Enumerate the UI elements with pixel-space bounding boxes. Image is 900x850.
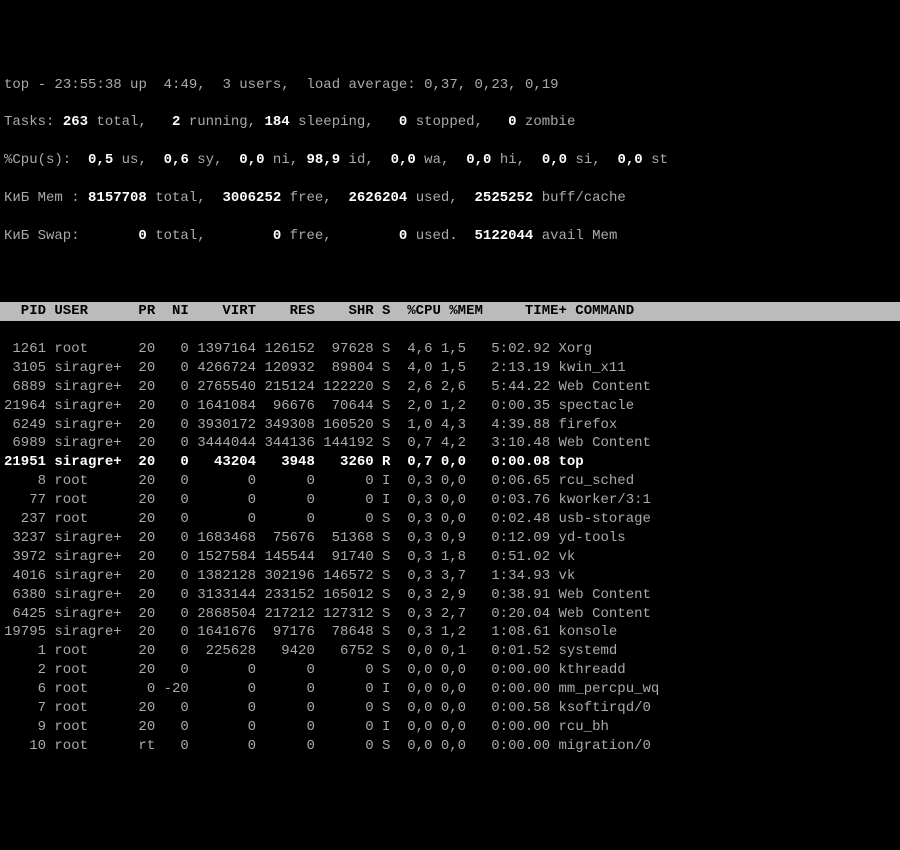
table-row[interactable]: 77 root 20 0 0 0 0 I 0,3 0,0 0:03.76 kwo… — [0, 491, 900, 510]
table-row[interactable]: 8 root 20 0 0 0 0 I 0,3 0,0 0:06.65 rcu_… — [0, 472, 900, 491]
table-row[interactable]: 6425 siragre+ 20 0 2868504 217212 127312… — [0, 605, 900, 624]
table-row[interactable]: 7 root 20 0 0 0 0 S 0,0 0,0 0:00.58 ksof… — [0, 699, 900, 718]
table-row[interactable]: 6380 siragre+ 20 0 3133144 233152 165012… — [0, 586, 900, 605]
summary-line-4: КиБ Mem : 8157708 total, 3006252 free, 2… — [0, 189, 900, 208]
table-row[interactable]: 3972 siragre+ 20 0 1527584 145544 91740 … — [0, 548, 900, 567]
table-row[interactable]: 6249 siragre+ 20 0 3930172 349308 160520… — [0, 416, 900, 435]
table-row[interactable]: 19795 siragre+ 20 0 1641676 97176 78648 … — [0, 623, 900, 642]
table-row[interactable]: 6989 siragre+ 20 0 3444044 344136 144192… — [0, 434, 900, 453]
table-row[interactable]: 6889 siragre+ 20 0 2765540 215124 122220… — [0, 378, 900, 397]
table-row[interactable]: 9 root 20 0 0 0 0 I 0,0 0,0 0:00.00 rcu_… — [0, 718, 900, 737]
table-row[interactable]: 21951 siragre+ 20 0 43204 3948 3260 R 0,… — [0, 453, 900, 472]
table-row[interactable]: 3237 siragre+ 20 0 1683468 75676 51368 S… — [0, 529, 900, 548]
table-row[interactable]: 1261 root 20 0 1397164 126152 97628 S 4,… — [0, 340, 900, 359]
summary-line-3: %Cpu(s): 0,5 us, 0,6 sy, 0,0 ni, 98,9 id… — [0, 151, 900, 170]
table-row[interactable]: 6 root 0 -20 0 0 0 I 0,0 0,0 0:00.00 mm_… — [0, 680, 900, 699]
summary-line-1: top - 23:55:38 up 4:49, 3 users, load av… — [0, 76, 900, 95]
process-list[interactable]: 1261 root 20 0 1397164 126152 97628 S 4,… — [0, 340, 900, 756]
blank-line — [0, 264, 900, 283]
table-row[interactable]: 2 root 20 0 0 0 0 S 0,0 0,0 0:00.00 kthr… — [0, 661, 900, 680]
summary-line-2: Tasks: 263 total, 2 running, 184 sleepin… — [0, 113, 900, 132]
table-row[interactable]: 237 root 20 0 0 0 0 S 0,3 0,0 0:02.48 us… — [0, 510, 900, 529]
table-row[interactable]: 21964 siragre+ 20 0 1641084 96676 70644 … — [0, 397, 900, 416]
columns-header[interactable]: PID USER PR NI VIRT RES SHR S %CPU %MEM … — [0, 302, 900, 321]
table-row[interactable]: 3105 siragre+ 20 0 4266724 120932 89804 … — [0, 359, 900, 378]
summary-line-5: КиБ Swap: 0 total, 0 free, 0 used. 51220… — [0, 227, 900, 246]
table-row[interactable]: 1 root 20 0 225628 9420 6752 S 0,0 0,1 0… — [0, 642, 900, 661]
table-row[interactable]: 10 root rt 0 0 0 0 S 0,0 0,0 0:00.00 mig… — [0, 737, 900, 756]
